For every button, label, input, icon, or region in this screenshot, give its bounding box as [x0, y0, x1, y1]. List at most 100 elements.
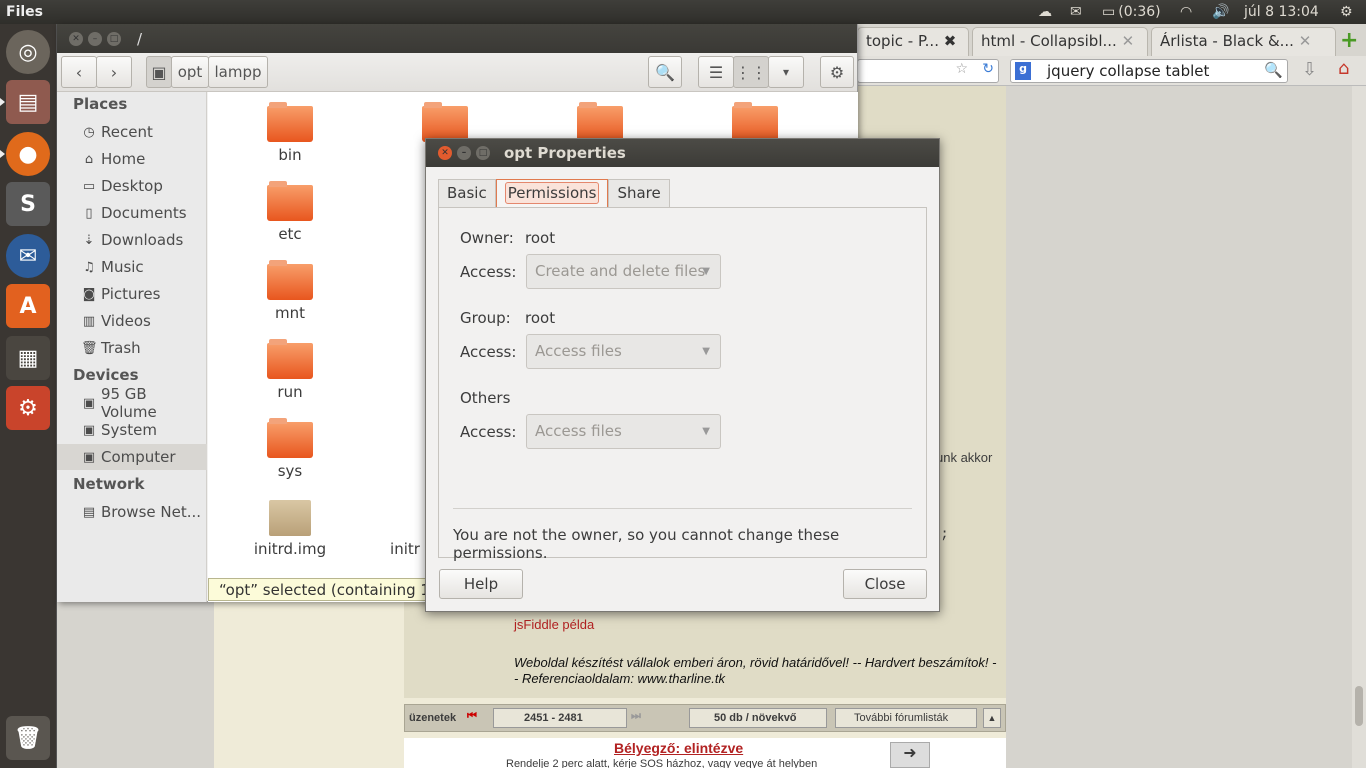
view-options-chevron-icon[interactable]: ▾ [768, 56, 804, 88]
browser-scrollbar[interactable] [1352, 86, 1366, 768]
clock[interactable]: júl 8 13:04 [1244, 0, 1319, 24]
sidebar-item-recent[interactable]: ◷ Recent [57, 119, 207, 145]
breadcrumb-lampp[interactable]: lampp [208, 56, 268, 88]
grid-view-button[interactable]: ⋮⋮ [733, 56, 769, 88]
battery-indicator[interactable]: ▭ (0:36) [1102, 0, 1161, 24]
group-value: root [525, 309, 556, 327]
workspace-switcher-icon[interactable]: ▦ [6, 336, 50, 380]
close-dialog-icon[interactable]: ✕ [438, 146, 452, 160]
close-window-icon[interactable]: ✕ [69, 31, 83, 46]
drive-icon: ▣ [82, 395, 96, 411]
bookmark-star-icon[interactable]: ☆ [955, 61, 968, 77]
sidebar-item-music[interactable]: ♫ Music [57, 254, 207, 280]
cloud-icon[interactable]: ☁ [1038, 0, 1052, 24]
battery-time: (0:36) [1118, 4, 1161, 20]
tab-share[interactable]: Share [608, 179, 670, 207]
properties-dialog: ✕ – □ opt Properties Basic Permissions S… [425, 138, 940, 612]
file-item[interactable]: etc [230, 181, 350, 243]
sidebar-item-downloads[interactable]: ⇣ Downloads [57, 227, 207, 253]
google-icon[interactable]: g [1015, 62, 1031, 80]
search-bar-text: jquery collapse tablet [1047, 62, 1210, 80]
owner-value: root [525, 229, 556, 247]
file-item[interactable]: mnt [230, 260, 350, 322]
search-bar[interactable]: g jquery collapse tablet 🔍 [1010, 59, 1288, 83]
folder-icon [267, 102, 313, 142]
document-icon: ▯ [85, 205, 93, 221]
sidebar-item-documents[interactable]: ▯ Documents [57, 200, 207, 226]
package-icon [269, 500, 311, 536]
session-gear-icon[interactable]: ⚙ [1340, 0, 1353, 24]
group-access-value: Access files [535, 342, 622, 360]
scrollbar-thumb[interactable] [1355, 686, 1363, 726]
wifi-icon[interactable]: ◠ [1180, 0, 1192, 24]
dash-home-icon[interactable]: ◎ [6, 30, 50, 74]
maximize-dialog-icon[interactable]: □ [476, 146, 490, 160]
back-button[interactable]: ‹ [61, 56, 97, 88]
sidebar-item-desktop[interactable]: ▭ Desktop [57, 173, 207, 199]
downloads-icon[interactable]: ⇩ [1302, 59, 1317, 80]
browser-tab[interactable]: html - Collapsibl... ✕ [972, 27, 1148, 56]
new-tab-icon[interactable]: + [1340, 28, 1358, 53]
pager-label: üzenetek [409, 712, 457, 724]
browser-tab[interactable]: topic - P... ✖ [857, 27, 969, 56]
settings-gear-icon[interactable]: ⚙ [820, 56, 854, 88]
home-icon[interactable]: ⌂ [1338, 58, 1349, 79]
file-item[interactable]: initrd.img [230, 500, 350, 558]
sublime-launcher-icon[interactable]: S [6, 182, 50, 226]
volume-icon[interactable]: 🔊 [1212, 0, 1229, 24]
close-button[interactable]: Close [843, 569, 927, 599]
tab-basic[interactable]: Basic [438, 179, 496, 207]
root-location-icon[interactable]: ▣ [146, 56, 172, 88]
minimize-dialog-icon[interactable]: – [457, 146, 471, 160]
last-page-icon[interactable]: ⏭ [631, 710, 641, 723]
system-settings-icon[interactable]: ⚙ [6, 386, 50, 430]
minimize-window-icon[interactable]: – [88, 31, 102, 46]
firefox-launcher-icon[interactable]: ● [0, 132, 50, 176]
more-forums-select[interactable]: További fórumlisták [835, 708, 977, 728]
file-label: bin [278, 146, 302, 164]
mail-icon[interactable]: ✉ [1070, 0, 1082, 24]
breadcrumb-opt[interactable]: opt [171, 56, 209, 88]
sidebar-item-browse-network[interactable]: ▤ Browse Net... [57, 499, 207, 525]
browser-tab[interactable]: Árlista - Black &... ✕ [1151, 27, 1336, 56]
sidebar-item-videos[interactable]: ▥ Videos [57, 308, 207, 334]
sidebar-item-pictures[interactable]: ◙ Pictures [57, 281, 207, 307]
search-icon[interactable]: 🔍 [1264, 61, 1283, 79]
sidebar-item-home[interactable]: ⌂ Home [57, 146, 207, 172]
help-button[interactable]: Help [439, 569, 523, 599]
url-bar[interactable]: ☆ ↻ [857, 59, 999, 83]
divider [453, 508, 912, 509]
jsfiddle-link[interactable]: jsFiddle példa [514, 617, 594, 632]
ad-arrow-icon[interactable]: ➜ [890, 742, 930, 768]
reload-icon[interactable]: ↻ [982, 61, 994, 77]
range-select[interactable]: 2451 - 2481 [493, 708, 627, 728]
forward-button[interactable]: › [96, 56, 132, 88]
sidebar-item-label: Computer [101, 448, 176, 466]
files-launcher-icon[interactable]: ▤ [0, 80, 50, 124]
list-view-button[interactable]: ☰ [698, 56, 734, 88]
sidebar-item-label: Recent [101, 123, 153, 141]
folder-icon [577, 102, 623, 142]
search-button[interactable]: 🔍 [648, 56, 682, 88]
file-item[interactable]: bin [230, 102, 350, 164]
file-item[interactable]: run [230, 339, 350, 401]
sidebar-item-system[interactable]: ▣ System [57, 417, 207, 443]
network-icon: ▤ [82, 504, 96, 520]
maximize-window-icon[interactable]: □ [107, 31, 121, 46]
scroll-top-button[interactable]: ▲ [983, 708, 1001, 728]
file-item[interactable]: sys [230, 418, 350, 480]
tab-label: Árlista - Black &... [1160, 32, 1294, 50]
dialog-tabs: Basic Permissions Share [438, 179, 670, 207]
software-center-icon[interactable]: A [6, 284, 50, 328]
thunderbird-launcher-icon[interactable]: ✉ [6, 234, 50, 278]
trash-launcher-icon[interactable]: 🗑 [6, 716, 50, 760]
ad-title[interactable]: Bélyegző: elintézve [614, 740, 743, 756]
download-icon: ⇣ [83, 232, 95, 248]
tab-permissions[interactable]: Permissions [495, 179, 609, 207]
sidebar-item-computer[interactable]: ▣ Computer [57, 444, 207, 470]
sidebar-item-volume[interactable]: ▣ 95 GB Volume [57, 385, 207, 421]
first-page-icon[interactable]: ⏮ [467, 710, 477, 723]
file-item[interactable]: initr [385, 540, 425, 558]
per-page-select[interactable]: 50 db / növekvő [689, 708, 827, 728]
sidebar-item-trash[interactable]: 🗑 Trash [57, 335, 207, 361]
